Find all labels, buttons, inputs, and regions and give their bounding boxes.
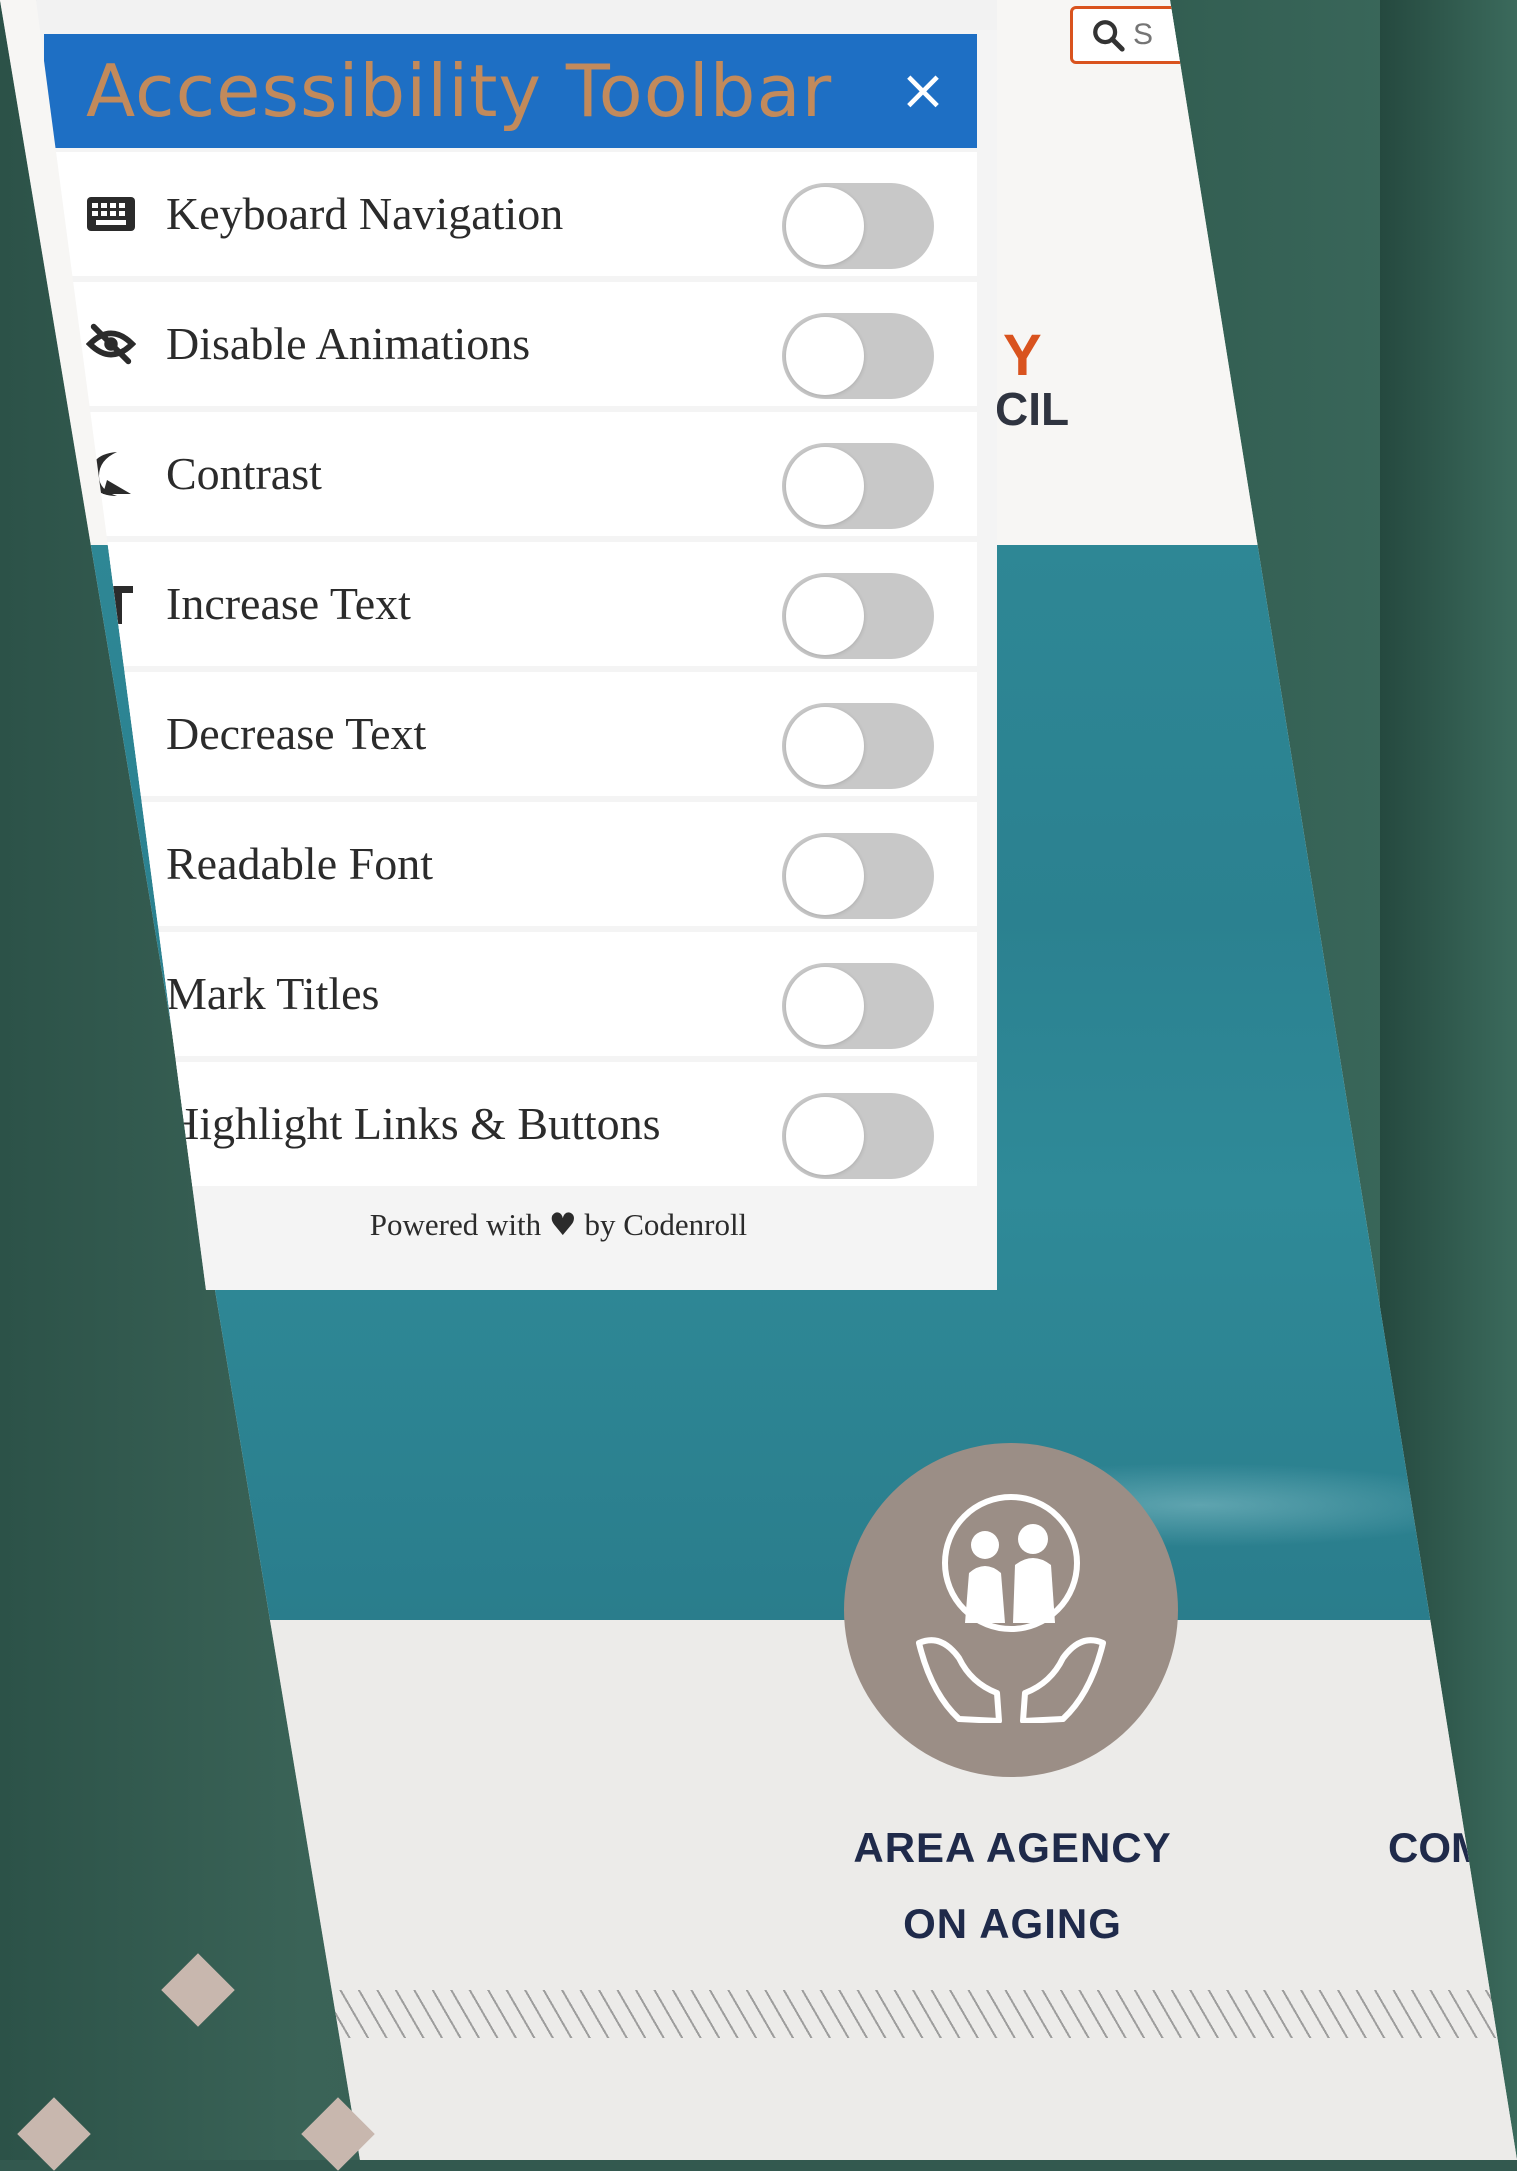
service-aging-label[interactable]: AREA AGENCY ON AGING <box>840 1810 1185 1962</box>
keyboard-icon <box>86 189 136 239</box>
toolbar-item-label: Increase Text <box>166 578 411 629</box>
toolbar-item-disable-animations[interactable]: Disable Animations <box>44 282 977 406</box>
keyboard-navigation-toggle[interactable] <box>782 183 934 269</box>
toolbar-item-keyboard-navigation[interactable]: Keyboard Navigation <box>44 152 977 276</box>
toolbar-title: Accessibility Toolbar <box>86 49 833 133</box>
close-button[interactable]: × <box>888 56 958 126</box>
search-icon <box>1093 20 1125 52</box>
service-label-line: ON AGING <box>903 1900 1122 1947</box>
toolbar-item-increase-text[interactable]: Increase Text <box>44 542 977 666</box>
toggle-knob <box>786 967 864 1045</box>
heart-icon: ♥ <box>548 1207 577 1243</box>
caring-hands-icon <box>916 1494 1106 1723</box>
toolbar-item-label: Disable Animations <box>166 318 531 369</box>
toggle-knob <box>786 707 864 785</box>
toolbar-header: Accessibility Toolbar × <box>44 34 977 148</box>
toolbar-item-label: Readable Font <box>166 838 433 889</box>
footer-text: Powered with <box>369 1207 542 1242</box>
toolbar-item-decrease-text[interactable]: Decrease Text <box>44 672 977 796</box>
toggle-knob <box>786 837 864 915</box>
disable-animations-toggle[interactable] <box>782 313 934 399</box>
eye-slash-icon <box>86 319 136 369</box>
mark-titles-toggle[interactable] <box>782 963 934 1049</box>
highlight-links-toggle[interactable] <box>782 1093 934 1179</box>
org-name-fragment: Y <box>1003 323 1042 388</box>
service-label-line: AREA AGENCY <box>853 1824 1172 1871</box>
toolbar-item-label: Mark Titles <box>166 968 380 1019</box>
contrast-toggle[interactable] <box>782 443 934 529</box>
toolbar-item-readable-font[interactable]: Readable Font <box>44 802 977 926</box>
service-aging-circle[interactable] <box>844 1443 1178 1777</box>
decrease-text-toggle[interactable] <box>782 703 934 789</box>
toolbar-item-label: Highlight Links & Buttons <box>166 1098 661 1149</box>
toggle-knob <box>786 447 864 525</box>
toolbar-item-label: Decrease Text <box>166 708 427 759</box>
hatch-divider <box>330 1990 1517 2038</box>
toolbar-item-mark-titles[interactable]: Mark Titles <box>44 932 977 1056</box>
toggle-knob <box>786 1097 864 1175</box>
toolbar-item-contrast[interactable]: Contrast <box>44 412 977 536</box>
footer-link[interactable]: by Codenroll <box>584 1207 747 1242</box>
toolbar-item-label: Contrast <box>166 448 322 499</box>
org-name-fragment: CIL <box>995 383 1070 435</box>
increase-text-toggle[interactable] <box>782 573 934 659</box>
toggle-knob <box>786 187 864 265</box>
toolbar-item-label: Keyboard Navigation <box>166 188 564 239</box>
toggle-knob <box>786 317 864 395</box>
toggle-knob <box>786 577 864 655</box>
readable-font-toggle[interactable] <box>782 833 934 919</box>
